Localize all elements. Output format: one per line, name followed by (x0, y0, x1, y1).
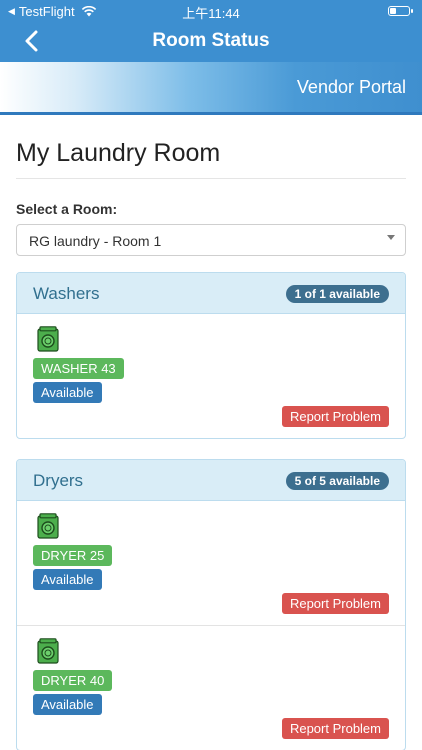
machine-status-badge: Available (33, 569, 102, 590)
app-screen: ◀ TestFlight 上午11:44 Room Status Vendor … (0, 0, 422, 750)
report-problem-button[interactable]: Report Problem (281, 406, 389, 427)
vendor-portal-link[interactable]: Vendor Portal (297, 77, 406, 98)
dryer-icon (37, 513, 59, 539)
washers-panel-header: Washers 1 of 1 available (17, 273, 405, 314)
report-problem-button[interactable]: Report Problem (281, 718, 389, 739)
status-bar: ◀ TestFlight 上午11:44 (0, 0, 422, 22)
page-title: My Laundry Room (16, 139, 406, 179)
dropdown-caret-icon (387, 235, 395, 240)
machine-name-badge: WASHER 43 (33, 358, 124, 379)
machine-name-badge: DRYER 25 (33, 545, 113, 566)
nav-title: Room Status (152, 30, 270, 51)
room-select-label: Select a Room: (16, 201, 118, 217)
dryers-panel: Dryers 5 of 5 available DRYER 25 Availab… (16, 459, 406, 750)
machine-item: WASHER 43 Available Report Problem (17, 314, 405, 438)
room-select[interactable]: RG laundry - Room 1 (16, 224, 406, 256)
washer-icon (37, 326, 59, 352)
top-bar: ◀ TestFlight 上午11:44 Room Status (0, 0, 422, 62)
battery-icon (388, 6, 413, 16)
dryer-icon (37, 638, 59, 664)
machine-status-badge: Available (33, 382, 102, 403)
dryers-panel-header: Dryers 5 of 5 available (17, 460, 405, 501)
status-time: 上午11:44 (182, 6, 240, 21)
washers-availability-badge: 1 of 1 available (285, 285, 389, 303)
dryers-availability-badge: 5 of 5 available (285, 472, 389, 490)
washers-panel: Washers 1 of 1 available WASHER 43 Avail… (16, 272, 406, 439)
machine-item: DRYER 25 Available Report Problem (17, 501, 405, 626)
washers-title: Washers (33, 284, 100, 303)
machine-item: DRYER 40 Available Report Problem (17, 626, 405, 750)
machine-status-badge: Available (33, 694, 102, 715)
main-content: My Laundry Room Select a Room: RG laundr… (16, 115, 406, 750)
report-problem-button[interactable]: Report Problem (281, 593, 389, 614)
dryers-title: Dryers (33, 471, 84, 490)
room-select-value: RG laundry - Room 1 (29, 233, 162, 249)
machine-name-badge: DRYER 40 (33, 670, 113, 691)
vendor-portal-banner: Vendor Portal (0, 62, 422, 112)
